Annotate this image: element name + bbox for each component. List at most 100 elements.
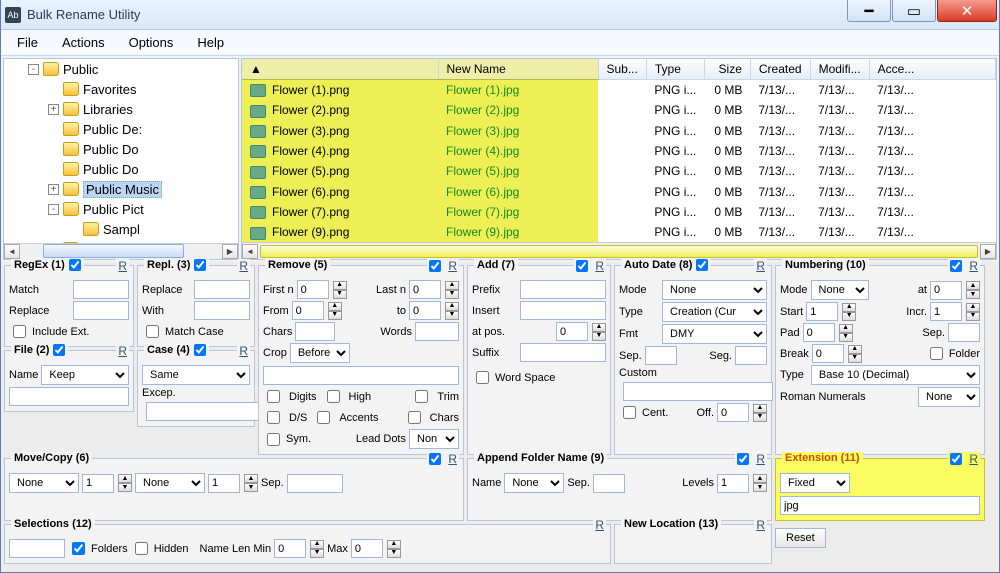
col-name[interactable]: ▲: [242, 59, 438, 80]
remove-words[interactable]: [415, 322, 459, 341]
repl-enable[interactable]: [194, 259, 206, 271]
tree-expand-icon[interactable]: -: [28, 64, 39, 75]
col-modified[interactable]: Modifi...: [810, 59, 869, 80]
num-roman[interactable]: None: [918, 387, 980, 407]
file-list[interactable]: ▲ New Name Sub... Type Size Created Modi…: [241, 58, 997, 260]
tree-node[interactable]: Favorites: [28, 79, 238, 99]
autodate-cent[interactable]: [623, 406, 636, 419]
add-enable[interactable]: [576, 260, 588, 272]
num-break[interactable]: [812, 344, 844, 363]
sel-max[interactable]: [351, 539, 383, 558]
col-sub[interactable]: Sub...: [598, 59, 646, 80]
case-select[interactable]: Same: [142, 365, 250, 385]
num-type[interactable]: Base 10 (Decimal): [811, 365, 980, 385]
tree-node[interactable]: -Public Pict: [28, 199, 238, 219]
file-row[interactable]: Flower (1).pngFlower (1).jpgPNG i...0 MB…: [242, 80, 996, 101]
num-pad[interactable]: [803, 323, 835, 342]
autodate-type[interactable]: Creation (Cur: [662, 302, 767, 322]
remove-ds[interactable]: [267, 411, 280, 424]
remove-accents[interactable]: [317, 411, 330, 424]
file-name-select[interactable]: Keep: [41, 365, 129, 385]
reset-button[interactable]: Reset: [775, 528, 826, 548]
remove-trim[interactable]: [415, 390, 428, 403]
case-enable[interactable]: [194, 344, 206, 356]
num-start[interactable]: [806, 302, 838, 321]
add-reset[interactable]: R: [595, 259, 604, 273]
autodate-seg[interactable]: [735, 346, 767, 365]
ext-value[interactable]: [780, 496, 980, 515]
file-row[interactable]: Flower (4).pngFlower (4).jpgPNG i...0 MB…: [242, 141, 996, 161]
file-row[interactable]: Flower (3).pngFlower (3).jpgPNG i...0 MB…: [242, 121, 996, 141]
regex-replace-input[interactable]: [73, 301, 129, 320]
menu-actions[interactable]: Actions: [52, 31, 115, 54]
extension-enable[interactable]: [950, 453, 962, 465]
autodate-reset[interactable]: R: [756, 259, 765, 273]
sel-filter[interactable]: [9, 539, 65, 558]
remove-chars[interactable]: [295, 322, 335, 341]
maximize-button[interactable]: ▭: [892, 0, 936, 22]
extension-reset[interactable]: R: [969, 452, 978, 466]
tree-scrollbar[interactable]: ◄▶: [4, 243, 238, 259]
file-row[interactable]: Flower (2).pngFlower (2).jpgPNG i...0 MB…: [242, 100, 996, 120]
col-accessed[interactable]: Acce...: [869, 59, 995, 80]
mc-select1[interactable]: None: [9, 473, 79, 493]
num-sep[interactable]: [948, 323, 980, 342]
tree-node[interactable]: +Public Music: [28, 179, 238, 199]
regex-enable[interactable]: [69, 259, 81, 271]
file-row[interactable]: Flower (6).pngFlower (6).jpgPNG i...0 MB…: [242, 182, 996, 202]
menu-help[interactable]: Help: [187, 31, 234, 54]
regex-includeext[interactable]: [13, 325, 26, 338]
movecopy-enable[interactable]: [429, 453, 441, 465]
file-scrollbar[interactable]: ◄▶: [242, 242, 996, 259]
folder-tree[interactable]: -PublicFavorites+LibrariesPublic De:Publ…: [3, 58, 239, 260]
autodate-fmt[interactable]: DMY: [662, 324, 767, 344]
file-row[interactable]: Flower (5).pngFlower (5).jpgPNG i...0 MB…: [242, 161, 996, 181]
tree-expand-icon[interactable]: [68, 224, 79, 235]
tree-node[interactable]: Public Do: [28, 139, 238, 159]
remove-crop-text[interactable]: [263, 366, 459, 385]
remove-sym[interactable]: [267, 433, 280, 446]
afn-sep[interactable]: [593, 474, 625, 493]
tree-expand-icon[interactable]: [48, 144, 59, 155]
file-row[interactable]: Flower (9).pngFlower (9).jpgPNG i...0 MB…: [242, 222, 996, 242]
remove-chars-ck[interactable]: [408, 411, 421, 424]
appendfolder-enable[interactable]: [737, 453, 749, 465]
afn-levels[interactable]: [717, 474, 749, 493]
remove-high[interactable]: [327, 390, 340, 403]
autodate-mode[interactable]: None: [662, 280, 767, 300]
remove-from[interactable]: [292, 301, 324, 320]
menu-file[interactable]: File: [7, 31, 48, 54]
repl-replace-input[interactable]: [194, 280, 250, 299]
tree-expand-icon[interactable]: +: [48, 184, 59, 195]
col-type[interactable]: Type: [646, 59, 704, 80]
remove-firstn[interactable]: [297, 280, 329, 299]
tree-expand-icon[interactable]: +: [48, 104, 59, 115]
col-newname[interactable]: New Name: [438, 59, 598, 80]
tree-expand-icon[interactable]: [48, 84, 59, 95]
repl-reset[interactable]: R: [239, 259, 248, 273]
tree-node[interactable]: Sampl: [28, 219, 238, 239]
autodate-sep[interactable]: [645, 346, 677, 365]
autodate-off[interactable]: [717, 403, 749, 422]
add-atpos[interactable]: [556, 322, 588, 341]
sel-min[interactable]: [274, 539, 306, 558]
num-folder[interactable]: [930, 347, 943, 360]
close-button[interactable]: ✕: [937, 0, 997, 22]
file-reset[interactable]: R: [118, 344, 127, 358]
remove-digits[interactable]: [267, 390, 280, 403]
num-at[interactable]: [930, 281, 962, 300]
case-reset[interactable]: R: [239, 344, 248, 358]
remove-lastn[interactable]: [409, 280, 441, 299]
ext-mode[interactable]: Fixed: [780, 473, 850, 493]
remove-leaddots[interactable]: Non: [409, 429, 459, 449]
menu-options[interactable]: Options: [119, 31, 184, 54]
tree-expand-icon[interactable]: [48, 124, 59, 135]
tree-expand-icon[interactable]: [48, 164, 59, 175]
autodate-custom[interactable]: [623, 382, 773, 401]
remove-crop[interactable]: Before: [290, 343, 350, 363]
regex-reset[interactable]: R: [118, 259, 127, 273]
file-enable[interactable]: [53, 344, 65, 356]
mc-sep[interactable]: [287, 474, 343, 493]
numbering-reset[interactable]: R: [969, 259, 978, 273]
appendfolder-reset[interactable]: R: [756, 452, 765, 466]
